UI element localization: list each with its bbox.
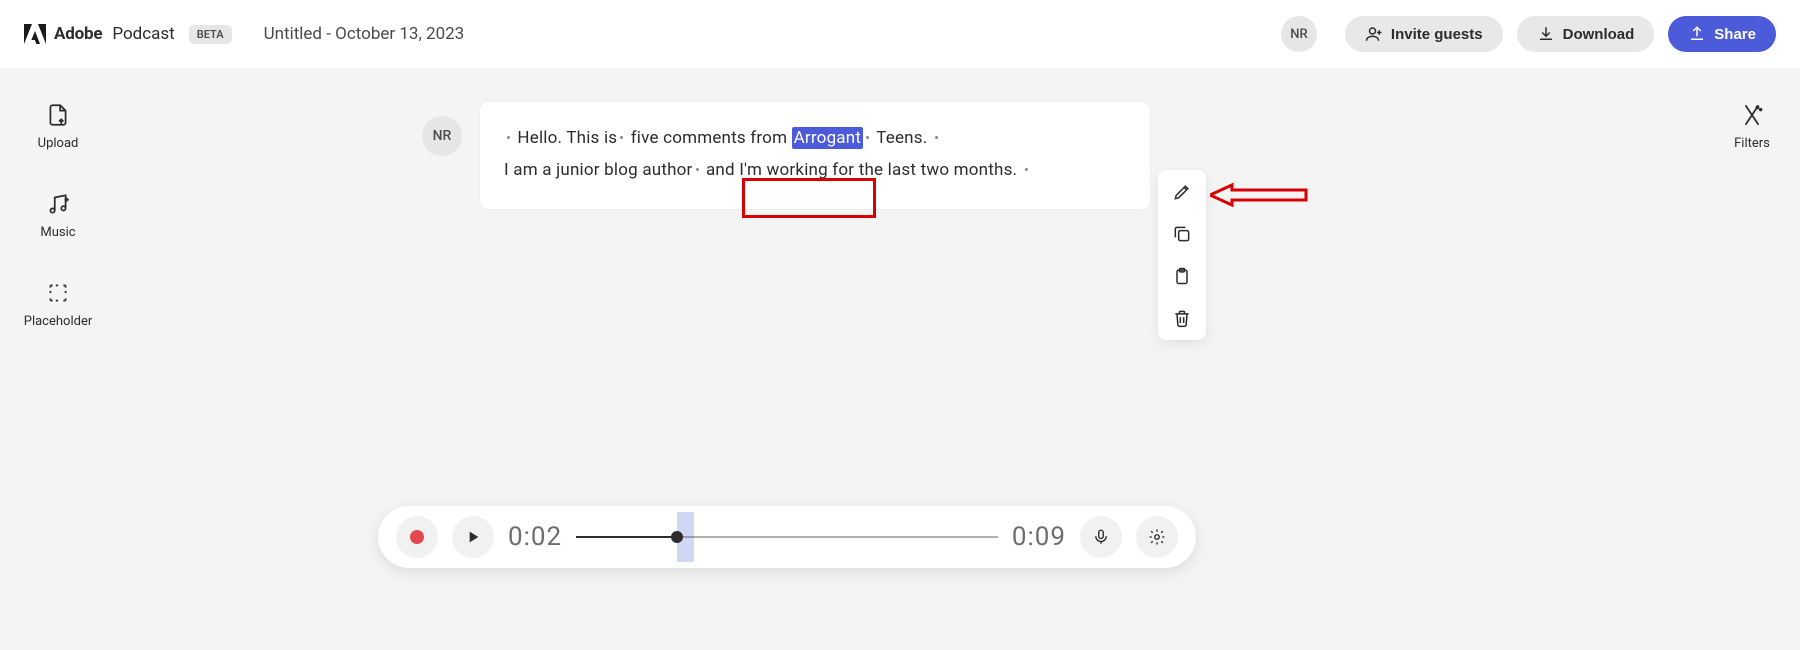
copy-icon	[1172, 224, 1192, 244]
copy-button[interactable]	[1170, 222, 1194, 246]
annotation-arrow	[1210, 181, 1310, 209]
rail-item-placeholder[interactable]: Placeholder	[24, 280, 93, 329]
brand-group: Adobe Podcast BETA	[24, 24, 232, 44]
current-time: 0:02	[508, 522, 562, 552]
right-rail: Filters	[1704, 68, 1800, 151]
music-icon	[45, 191, 71, 217]
download-icon	[1537, 25, 1555, 43]
mic-button[interactable]	[1080, 516, 1122, 558]
share-button[interactable]: Share	[1668, 16, 1776, 52]
brand-name: Adobe	[54, 24, 102, 44]
edit-button[interactable]	[1170, 180, 1194, 204]
trash-icon	[1172, 308, 1192, 328]
document-title[interactable]: Untitled - October 13, 2023	[264, 24, 465, 44]
transcript-line-2[interactable]: I am a junior blog author and I'm workin…	[504, 154, 1126, 186]
selection-toolbar	[1158, 170, 1206, 340]
mic-icon	[1092, 528, 1110, 546]
transcript-card: NR Hello. This is five comments from Arr…	[480, 102, 1150, 209]
play-button[interactable]	[452, 516, 494, 558]
beta-badge: BETA	[189, 25, 232, 44]
rail-item-music[interactable]: Music	[40, 191, 75, 240]
main-area: Upload Music Placeholder Filters NR Hell…	[0, 68, 1800, 650]
speaker-avatar[interactable]: NR	[422, 116, 462, 156]
invite-guests-button[interactable]: Invite guests	[1345, 16, 1503, 52]
share-icon	[1688, 25, 1706, 43]
placeholder-icon	[45, 280, 71, 306]
download-button[interactable]: Download	[1517, 16, 1655, 52]
rail-item-upload[interactable]: Upload	[38, 102, 79, 151]
record-icon	[410, 530, 424, 544]
delete-button[interactable]	[1170, 306, 1194, 330]
adobe-logo-icon	[24, 24, 46, 44]
clipboard-icon	[1172, 266, 1192, 286]
user-avatar[interactable]: NR	[1281, 16, 1317, 52]
duration-time: 0:09	[1012, 522, 1066, 552]
filters-icon	[1739, 102, 1765, 128]
app-header: Adobe Podcast BETA Untitled - October 13…	[0, 0, 1800, 68]
settings-button[interactable]	[1136, 516, 1178, 558]
invite-icon	[1365, 25, 1383, 43]
timeline-track[interactable]	[576, 522, 998, 552]
gear-icon	[1148, 528, 1166, 546]
player-bar: 0:02 0:09	[378, 506, 1196, 568]
product-name: Podcast	[112, 24, 174, 44]
record-button[interactable]	[396, 516, 438, 558]
transcript-line-1[interactable]: Hello. This is five comments from Arroga…	[504, 122, 1126, 154]
pencil-icon	[1172, 182, 1192, 202]
upload-icon	[45, 102, 71, 128]
rail-item-filters[interactable]: Filters	[1734, 102, 1770, 151]
paste-button[interactable]	[1170, 264, 1194, 288]
play-icon	[465, 529, 481, 545]
left-rail: Upload Music Placeholder	[0, 68, 116, 329]
